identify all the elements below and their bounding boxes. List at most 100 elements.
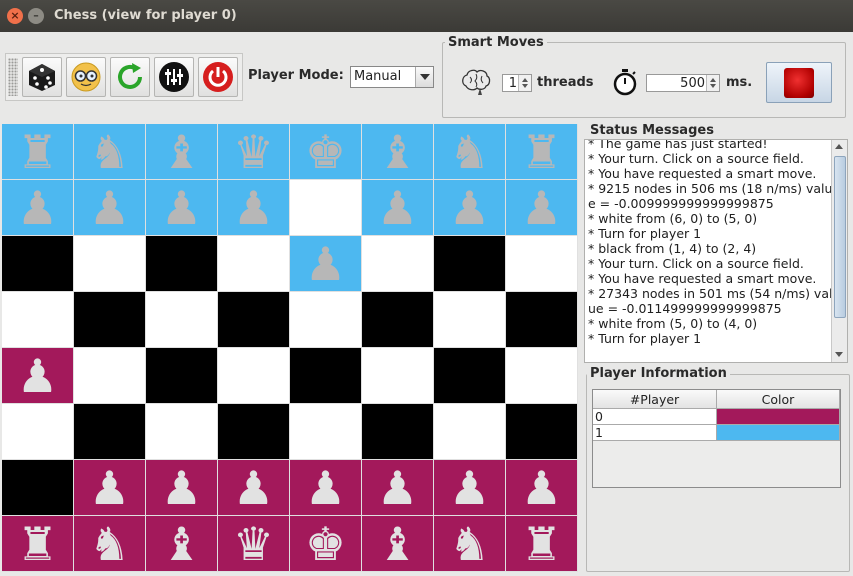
time-limit-spinner[interactable]: 500 xyxy=(646,74,720,92)
board-square[interactable] xyxy=(218,292,290,348)
board-square[interactable]: ♟ xyxy=(218,180,290,236)
board-square[interactable]: ♜ xyxy=(506,124,578,180)
chess-piece-icon: ♞ xyxy=(448,516,491,571)
board-square[interactable] xyxy=(434,348,506,404)
status-scrollbar[interactable] xyxy=(831,140,847,362)
board-square[interactable]: ♛ xyxy=(218,124,290,180)
board-square[interactable] xyxy=(74,236,146,292)
board-square[interactable]: ♜ xyxy=(2,124,74,180)
chess-piece-icon: ♚ xyxy=(304,124,347,179)
settings-button[interactable] xyxy=(154,57,194,97)
board-square[interactable]: ♜ xyxy=(2,516,74,572)
scroll-down-icon[interactable] xyxy=(832,348,847,362)
board-square[interactable] xyxy=(506,404,578,460)
board-square[interactable]: ♟ xyxy=(74,460,146,516)
status-messages-area: * The game has just started! * Your turn.… xyxy=(584,139,848,363)
board-square[interactable]: ♟ xyxy=(362,180,434,236)
time-limit-stepper-arrows[interactable] xyxy=(706,75,719,91)
board-square[interactable] xyxy=(290,404,362,460)
board-square[interactable] xyxy=(74,292,146,348)
board-square[interactable]: ♝ xyxy=(362,516,434,572)
close-window-button[interactable]: × xyxy=(7,8,23,24)
board-square[interactable]: ♞ xyxy=(74,124,146,180)
board-square[interactable] xyxy=(2,236,74,292)
equalizer-icon xyxy=(159,62,189,92)
restart-button[interactable] xyxy=(110,57,150,97)
table-cell-color[interactable] xyxy=(717,409,840,425)
random-move-button[interactable] xyxy=(22,57,62,97)
board-square[interactable]: ♟ xyxy=(290,460,362,516)
board-square[interactable] xyxy=(218,348,290,404)
board-square[interactable] xyxy=(146,292,218,348)
board-square[interactable] xyxy=(506,236,578,292)
board-square[interactable] xyxy=(218,236,290,292)
board-square[interactable]: ♟ xyxy=(506,180,578,236)
chess-piece-icon: ♛ xyxy=(232,516,275,571)
board-square[interactable]: ♚ xyxy=(290,124,362,180)
scroll-thumb[interactable] xyxy=(834,156,846,318)
board-square[interactable]: ♝ xyxy=(146,516,218,572)
board-square[interactable]: ♟ xyxy=(218,460,290,516)
chess-piece-icon: ♟ xyxy=(376,460,419,515)
quit-button[interactable] xyxy=(198,57,238,97)
stop-smart-move-button[interactable] xyxy=(766,62,832,103)
threads-value: 1 xyxy=(508,76,517,91)
scroll-up-icon[interactable] xyxy=(832,140,847,154)
board-square[interactable]: ♟ xyxy=(290,236,362,292)
board-square[interactable] xyxy=(146,404,218,460)
threads-spinner[interactable]: 1 xyxy=(502,74,532,92)
board-square[interactable] xyxy=(362,236,434,292)
board-square[interactable]: ♜ xyxy=(506,516,578,572)
column-header-player[interactable]: #Player xyxy=(593,390,717,409)
hint-button[interactable] xyxy=(66,57,106,97)
threads-stepper-arrows[interactable] xyxy=(518,75,531,91)
toolbar-grip[interactable] xyxy=(8,58,18,96)
board-square[interactable]: ♞ xyxy=(74,516,146,572)
board-square[interactable] xyxy=(74,404,146,460)
chess-piece-icon: ♟ xyxy=(16,348,59,403)
board-square[interactable]: ♟ xyxy=(2,348,74,404)
table-cell-player[interactable]: 1 xyxy=(593,425,717,441)
board-square[interactable]: ♟ xyxy=(2,180,74,236)
board-square[interactable] xyxy=(362,404,434,460)
board-square[interactable]: ♟ xyxy=(434,180,506,236)
board-square[interactable]: ♟ xyxy=(506,460,578,516)
chevron-down-icon[interactable] xyxy=(415,67,433,87)
glasses-face-icon xyxy=(71,62,101,92)
board-square[interactable]: ♟ xyxy=(146,180,218,236)
board-square[interactable] xyxy=(362,292,434,348)
board-square[interactable] xyxy=(290,348,362,404)
board-square[interactable] xyxy=(74,348,146,404)
board-square[interactable] xyxy=(290,292,362,348)
board-square[interactable] xyxy=(506,348,578,404)
player-mode-select[interactable]: Manual xyxy=(350,66,434,88)
board-square[interactable]: ♞ xyxy=(434,124,506,180)
table-cell-color[interactable] xyxy=(717,425,840,441)
board-square[interactable]: ♟ xyxy=(362,460,434,516)
board-square[interactable] xyxy=(434,236,506,292)
board-square[interactable]: ♛ xyxy=(218,516,290,572)
board-square[interactable]: ♞ xyxy=(434,516,506,572)
board-square[interactable] xyxy=(2,292,74,348)
column-header-color[interactable]: Color xyxy=(717,390,840,409)
board-square[interactable] xyxy=(506,292,578,348)
minimize-window-button[interactable]: – xyxy=(28,8,44,24)
board-square[interactable] xyxy=(362,348,434,404)
board-square[interactable]: ♝ xyxy=(362,124,434,180)
board-square[interactable] xyxy=(146,236,218,292)
board-square[interactable] xyxy=(2,404,74,460)
status-message-line: * Your turn. Click on a source field. xyxy=(588,256,804,271)
chess-piece-icon: ♜ xyxy=(16,124,59,179)
board-square[interactable] xyxy=(434,404,506,460)
board-square[interactable]: ♟ xyxy=(74,180,146,236)
board-square[interactable] xyxy=(434,292,506,348)
board-square[interactable] xyxy=(146,348,218,404)
board-square[interactable]: ♝ xyxy=(146,124,218,180)
board-square[interactable] xyxy=(290,180,362,236)
table-cell-player[interactable]: 0 xyxy=(593,409,717,425)
board-square[interactable]: ♚ xyxy=(290,516,362,572)
board-square[interactable] xyxy=(2,460,74,516)
board-square[interactable]: ♟ xyxy=(146,460,218,516)
board-square[interactable]: ♟ xyxy=(434,460,506,516)
board-square[interactable] xyxy=(218,404,290,460)
